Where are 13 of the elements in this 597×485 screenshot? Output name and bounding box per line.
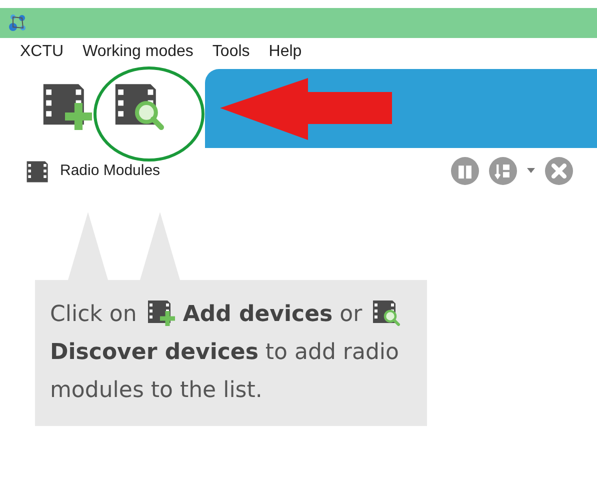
close-icon[interactable] [545,157,573,185]
menu-item[interactable]: XCTU [20,40,64,64]
sort-icon[interactable] [489,157,517,185]
caret-icon[interactable] [527,168,535,174]
app-logo-icon [8,13,28,33]
menu-item[interactable]: Working modes [82,40,194,64]
hint-text: Click on [50,302,137,327]
menu-item[interactable]: Help [268,40,302,64]
panel-title: Radio Modules [60,160,160,181]
hint-text: Add devices or [182,302,362,327]
hint-text: Discover devices to add radio modules to the list. [50,340,399,403]
arrow-icon [220,78,392,140]
menu-item[interactable]: Tools [212,40,250,64]
